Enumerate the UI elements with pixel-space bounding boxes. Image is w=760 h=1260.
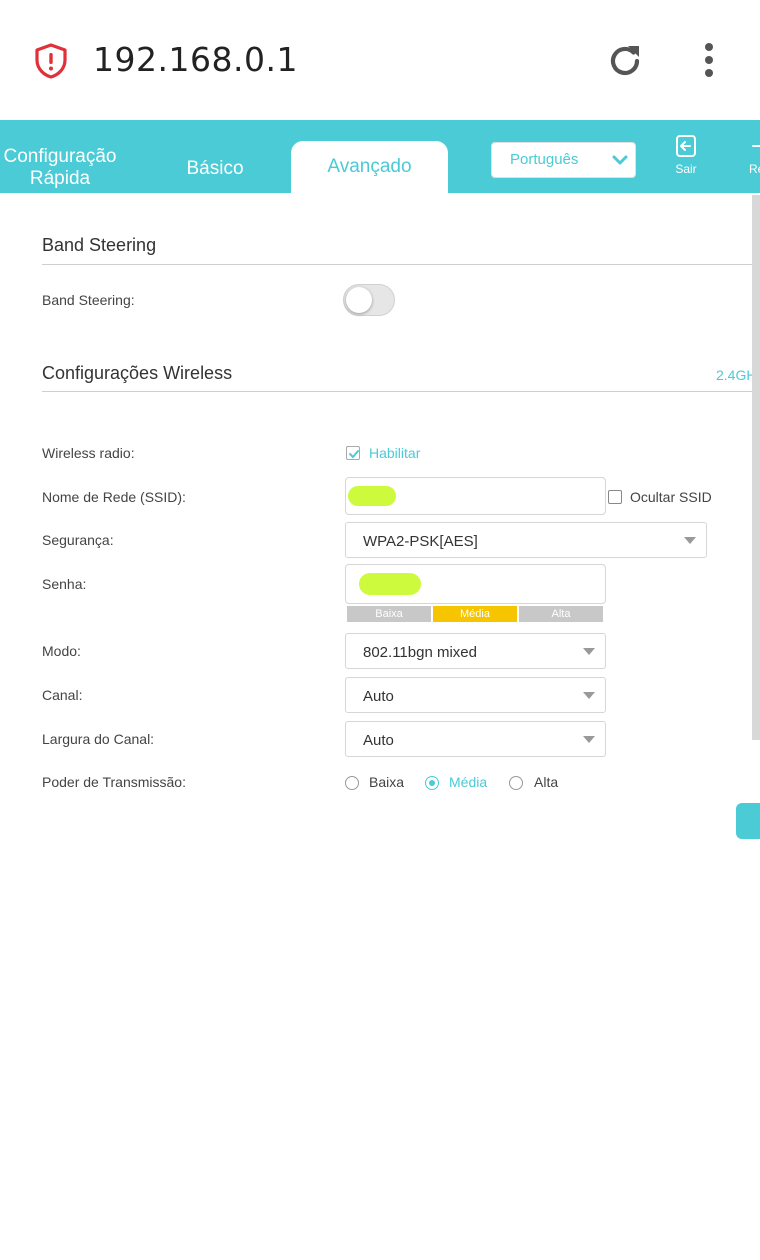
reboot-button[interactable]: Rei — [738, 134, 760, 176]
hide-ssid-label[interactable]: Ocultar SSID — [630, 489, 712, 505]
power-high-radio[interactable] — [509, 776, 523, 790]
caret-down-icon — [583, 648, 595, 655]
router-nav-bar: Configuração Rápida Básico Avançado Port… — [0, 120, 760, 193]
transmit-power-label: Poder de Transmissão: — [42, 774, 186, 790]
band-steering-label: Band Steering: — [42, 292, 135, 308]
channel-width-label: Largura do Canal: — [42, 731, 155, 747]
toggle-knob — [346, 287, 372, 313]
security-label: Segurança: — [42, 532, 114, 548]
channel-select[interactable]: Auto — [345, 677, 606, 713]
reload-icon[interactable] — [606, 42, 644, 80]
password-input[interactable] — [345, 564, 606, 604]
channel-value: Auto — [363, 688, 394, 705]
page-scrollbar[interactable] — [752, 195, 760, 740]
security-select[interactable]: WPA2-PSK[AES] — [345, 522, 707, 558]
band-steering-title: Band Steering — [42, 235, 157, 255]
shield-alert-icon[interactable] — [34, 43, 68, 79]
more-vert-icon[interactable] — [700, 42, 718, 80]
language-value: Português — [510, 151, 579, 168]
chevron-down-icon — [612, 155, 628, 165]
password-strength-meter: Baixa Média Alta — [347, 606, 603, 622]
ssid-input[interactable] — [345, 477, 606, 515]
wireless-radio-enable-label[interactable]: Habilitar — [369, 445, 420, 461]
power-low-radio[interactable] — [345, 776, 359, 790]
ssid-label: Nome de Rede (SSID): — [42, 489, 186, 505]
wireless-radio-checkbox[interactable] — [346, 446, 360, 460]
strength-medium: Média — [433, 606, 517, 622]
tab-basic[interactable]: Básico — [170, 158, 260, 180]
password-label: Senha: — [42, 576, 87, 592]
power-low-label[interactable]: Baixa — [369, 774, 404, 790]
channel-width-select[interactable]: Auto — [345, 721, 606, 757]
strength-low: Baixa — [347, 606, 431, 622]
hide-ssid-checkbox[interactable] — [608, 490, 622, 504]
browser-address-bar: 192.168.0.1 — [0, 0, 760, 120]
redaction-mark — [359, 573, 421, 595]
section-divider — [42, 391, 760, 392]
channel-width-value: Auto — [363, 732, 394, 749]
security-value: WPA2-PSK[AES] — [363, 533, 478, 550]
tab-quick-setup-line2: Rápida — [29, 168, 91, 189]
caret-down-icon — [583, 692, 595, 699]
channel-label: Canal: — [42, 687, 83, 703]
wireless-radio-label: Wireless radio: — [42, 445, 135, 461]
caret-down-icon — [583, 736, 595, 743]
reboot-icon — [752, 142, 760, 150]
tab-quick-setup-line1: Configuração — [3, 146, 117, 167]
tab-quick-setup[interactable]: Configuração Rápida — [0, 146, 120, 190]
mode-label: Modo: — [42, 643, 81, 659]
exit-label: Sair — [675, 162, 697, 176]
band-steering-toggle[interactable] — [343, 284, 395, 316]
logout-icon — [676, 135, 696, 157]
mode-value: 802.11bgn mixed — [363, 644, 477, 661]
power-medium-label[interactable]: Média — [449, 774, 487, 790]
exit-button[interactable]: Sair — [666, 134, 706, 176]
wireless-settings-title: Configurações Wireless — [42, 363, 233, 383]
url-text[interactable]: 192.168.0.1 — [93, 40, 298, 79]
reboot-label: Rei — [748, 162, 760, 176]
tab-advanced[interactable]: Avançado — [291, 141, 448, 193]
check-icon — [349, 450, 359, 458]
floating-save-tab[interactable] — [736, 803, 760, 839]
mode-select[interactable]: 802.11bgn mixed — [345, 633, 606, 669]
language-select[interactable]: Português — [491, 142, 636, 178]
redaction-mark — [348, 486, 396, 506]
section-divider — [42, 264, 760, 265]
power-high-label[interactable]: Alta — [534, 774, 558, 790]
power-medium-radio[interactable] — [425, 776, 439, 790]
strength-high: Alta — [519, 606, 603, 622]
caret-down-icon — [684, 537, 696, 544]
